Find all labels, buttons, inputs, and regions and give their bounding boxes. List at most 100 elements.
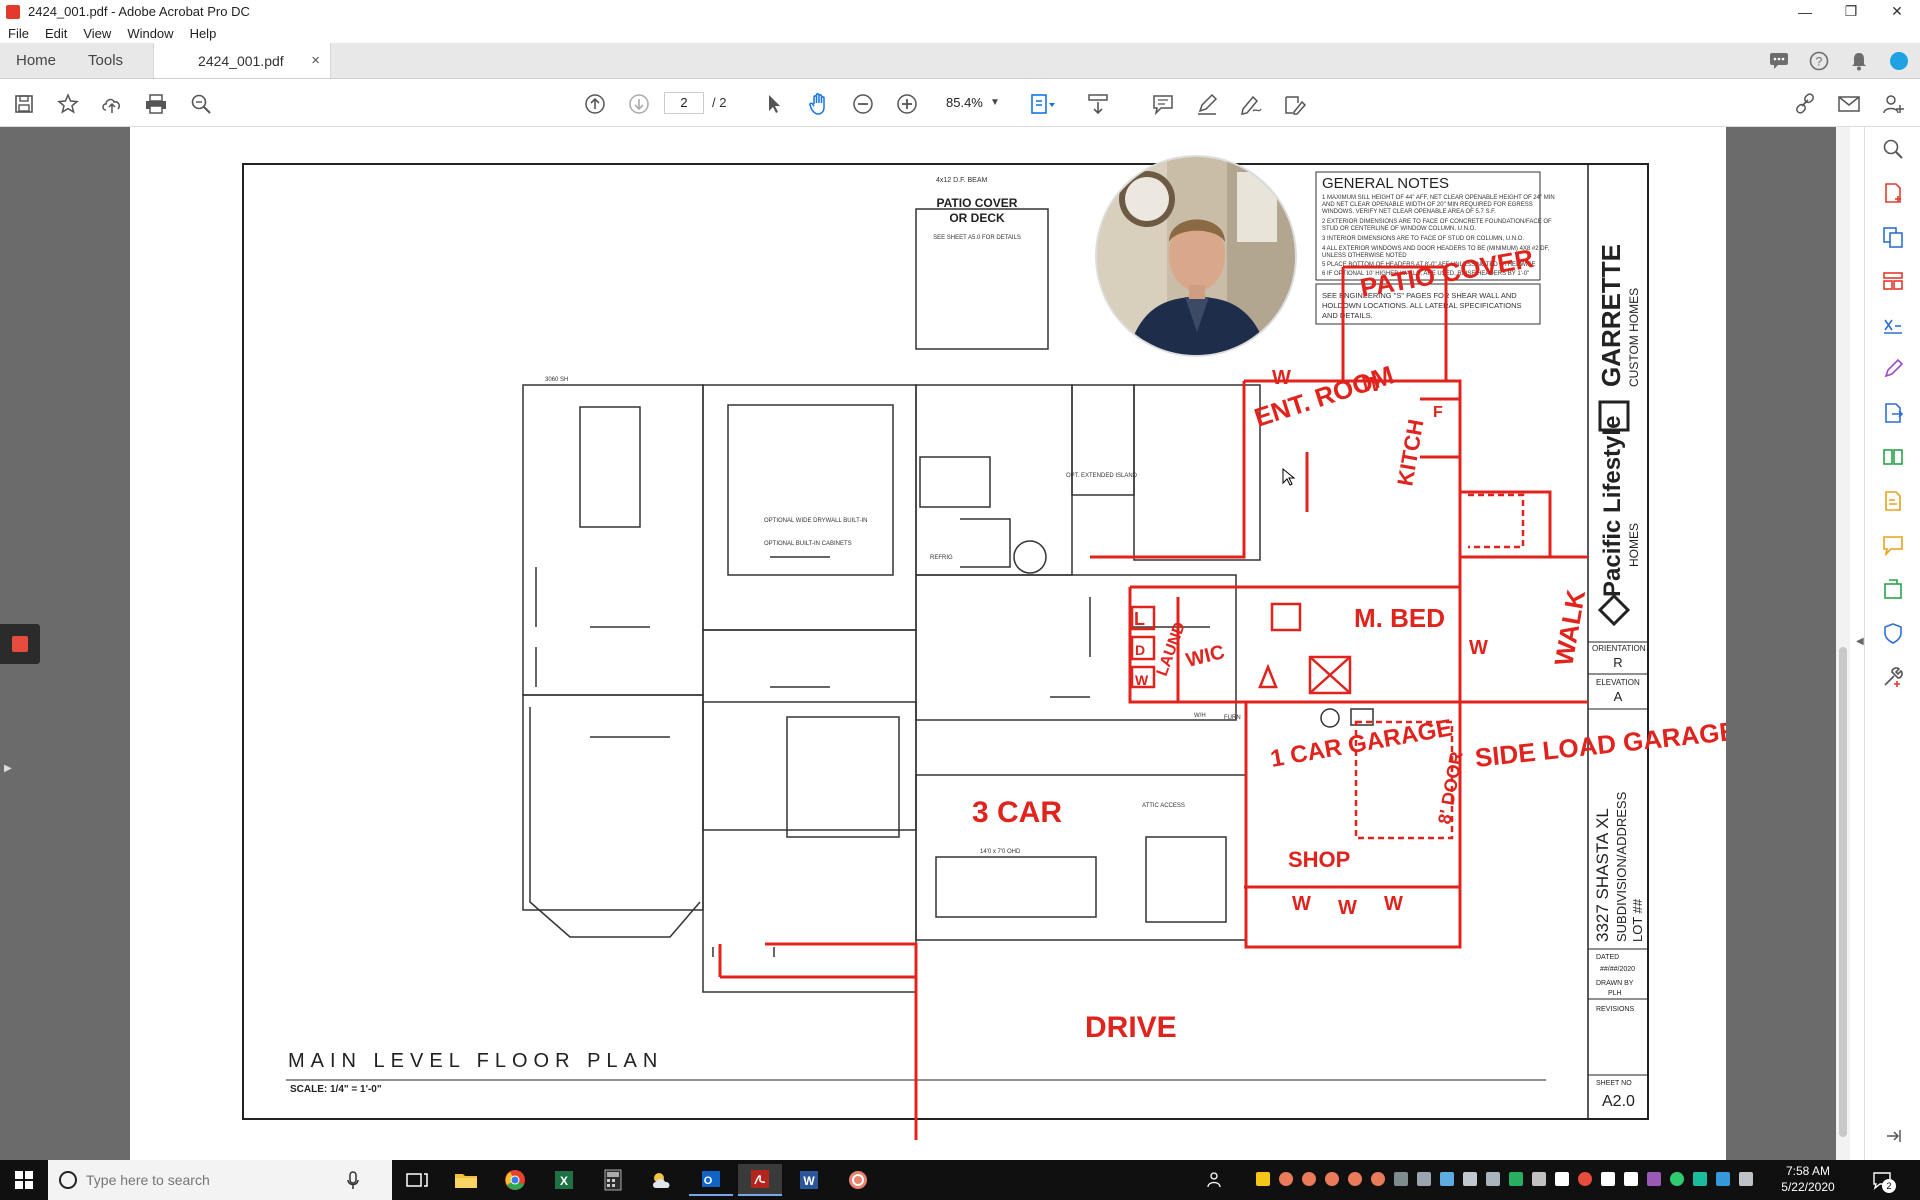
page-number-input[interactable]: 2	[664, 92, 704, 114]
minimize-button[interactable]: —	[1782, 0, 1828, 23]
tray-app-icon-1[interactable]	[1256, 1172, 1270, 1186]
tray-app-icon-16[interactable]	[1601, 1172, 1615, 1186]
send-for-review-icon[interactable]	[1879, 575, 1907, 603]
fill-sign-icon[interactable]	[1282, 91, 1308, 117]
zoom-search-icon[interactable]	[188, 91, 214, 117]
tray-app-icon-18[interactable]	[1647, 1172, 1661, 1186]
weather-app-icon[interactable]	[640, 1164, 684, 1196]
print-icon[interactable]	[143, 91, 169, 117]
create-pdf-icon[interactable]	[1879, 179, 1907, 207]
tray-app-icon-9[interactable]	[1440, 1172, 1454, 1186]
tray-app-icon-13[interactable]	[1532, 1172, 1546, 1186]
add-user-icon[interactable]	[1880, 91, 1906, 117]
excel-icon[interactable]: X	[542, 1164, 586, 1196]
people-icon[interactable]	[1204, 1164, 1228, 1196]
comment-icon[interactable]	[1150, 91, 1176, 117]
close-window-button[interactable]: ✕	[1874, 0, 1920, 23]
tray-app-icon-7[interactable]	[1394, 1172, 1408, 1186]
tray-app-icon-10[interactable]	[1463, 1172, 1477, 1186]
task-view-icon[interactable]	[395, 1164, 439, 1196]
redact-icon[interactable]	[1879, 311, 1907, 339]
share-link-icon[interactable]	[1792, 91, 1818, 117]
tab-tools[interactable]: Tools	[72, 43, 139, 78]
export-pdf-icon[interactable]	[1879, 399, 1907, 427]
edit-pdf-icon[interactable]	[1879, 355, 1907, 383]
email-icon[interactable]	[1836, 91, 1862, 117]
tray-app-icon-17[interactable]	[1624, 1172, 1638, 1186]
tab-document[interactable]: 2424_001.pdf ×	[153, 43, 332, 78]
tray-app-icon-20[interactable]	[1693, 1172, 1707, 1186]
organize-pages-icon[interactable]	[1879, 267, 1907, 295]
outlook-icon[interactable]: O	[689, 1164, 733, 1196]
highlight-pen-icon[interactable]	[1194, 91, 1220, 117]
patio-note: SEE SHEET A5.0 FOR DETAILS	[933, 235, 1021, 241]
notifications-bell-icon[interactable]	[1848, 50, 1870, 72]
microphone-icon[interactable]	[346, 1170, 360, 1190]
record-button[interactable]	[0, 624, 40, 664]
zoom-out-icon[interactable]	[850, 91, 876, 117]
fit-page-icon[interactable]	[1030, 91, 1056, 117]
network-icon[interactable]	[1739, 1172, 1753, 1186]
file-explorer-icon[interactable]	[444, 1164, 488, 1196]
taskbar-clock[interactable]: 7:58 AM 5/22/2020	[1768, 1163, 1848, 1195]
zoom-dropdown-chevron-icon[interactable]: ▼	[990, 97, 1000, 108]
menu-file[interactable]: File	[8, 26, 29, 41]
tray-app-icon-12[interactable]	[1509, 1172, 1523, 1186]
account-avatar[interactable]	[1888, 50, 1910, 72]
comment-tool-icon[interactable]	[1879, 531, 1907, 559]
word-icon[interactable]: W	[787, 1164, 831, 1196]
save-icon[interactable]	[11, 91, 37, 117]
tray-app-icon-8[interactable]	[1417, 1172, 1431, 1186]
tray-app-icon-11[interactable]	[1486, 1172, 1500, 1186]
acrobat-taskbar-icon[interactable]	[738, 1164, 782, 1196]
compare-files-icon[interactable]	[1879, 443, 1907, 471]
bluetooth-icon[interactable]	[1716, 1172, 1730, 1186]
hand-tool-icon[interactable]	[806, 91, 832, 117]
annotation-laundry-w: W	[1135, 672, 1149, 688]
help-icon[interactable]: ?	[1808, 50, 1830, 72]
tray-app-icon-6[interactable]	[1371, 1172, 1385, 1186]
right-panel-collapse-chevron-icon[interactable]: ◀	[1856, 636, 1864, 647]
start-button[interactable]	[0, 1160, 48, 1200]
select-cursor-icon[interactable]	[762, 91, 788, 117]
menu-edit[interactable]: Edit	[45, 26, 67, 41]
close-tab-icon[interactable]: ×	[311, 52, 320, 69]
search-tool-icon[interactable]	[1879, 135, 1907, 163]
taskbar-search-input[interactable]	[86, 1172, 346, 1188]
tab-home[interactable]: Home	[0, 43, 72, 78]
tray-app-icon-2[interactable]	[1279, 1172, 1293, 1186]
combine-files-icon[interactable]	[1879, 223, 1907, 251]
zoom-in-icon[interactable]	[894, 91, 920, 117]
tray-app-icon-5[interactable]	[1348, 1172, 1362, 1186]
previous-page-icon[interactable]	[582, 91, 608, 117]
taskbar-search-box[interactable]	[48, 1160, 392, 1200]
tray-app-icon-15[interactable]	[1578, 1172, 1592, 1186]
bookmark-star-icon[interactable]	[55, 91, 81, 117]
scrolling-mode-icon[interactable]	[1085, 91, 1111, 117]
screencast-app-icon[interactable]	[836, 1164, 880, 1196]
next-page-icon[interactable]	[626, 91, 652, 117]
menu-view[interactable]: View	[83, 26, 111, 41]
vertical-scrollbar[interactable]	[1836, 127, 1850, 1160]
restore-button[interactable]: ❐	[1828, 0, 1874, 23]
fill-and-sign-icon[interactable]	[1879, 487, 1907, 515]
tray-app-icon-3[interactable]	[1302, 1172, 1316, 1186]
menu-window[interactable]: Window	[127, 26, 173, 41]
protect-shield-icon[interactable]	[1879, 619, 1907, 647]
action-center-icon[interactable]: 2	[1872, 1170, 1896, 1193]
calculator-icon[interactable]	[591, 1164, 635, 1196]
menu-help[interactable]: Help	[190, 26, 217, 41]
comment-share-icon[interactable]	[1768, 50, 1790, 72]
tray-app-icon-19[interactable]	[1670, 1172, 1684, 1186]
tray-app-icon-4[interactable]	[1325, 1172, 1339, 1186]
scrollbar-thumb[interactable]	[1839, 647, 1847, 1137]
page-total: / 2	[712, 95, 727, 110]
panel-collapse-icon[interactable]	[1879, 1122, 1907, 1150]
upload-cloud-icon[interactable]	[99, 91, 125, 117]
tray-app-icon-14[interactable]	[1555, 1172, 1569, 1186]
svg-text:ATTIC ACCESS: ATTIC ACCESS	[1142, 803, 1185, 809]
sign-pen-icon[interactable]	[1238, 91, 1264, 117]
chrome-icon[interactable]	[493, 1164, 537, 1196]
more-tools-icon[interactable]	[1879, 663, 1907, 691]
left-panel-expand-icon[interactable]: ▶	[4, 763, 12, 774]
